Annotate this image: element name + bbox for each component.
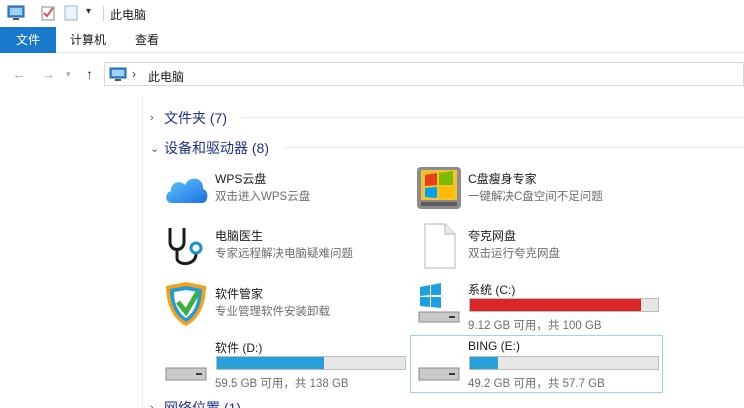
drive-icon — [418, 367, 460, 381]
item-name: 软件管家 — [215, 287, 264, 301]
drive-e[interactable]: BING (E:) 49.2 GB 可用，共 57.7 GB — [410, 335, 663, 393]
item-quark-drive[interactable]: 夸克网盘 双击运行夸克网盘 — [415, 222, 660, 274]
item-wps-cloud[interactable]: WPS云盘 双击进入WPS云盘 — [162, 165, 407, 217]
drive-icon — [418, 283, 460, 323]
drive-usage: 59.5 GB 可用，共 138 GB — [215, 378, 349, 390]
capacity-fill — [217, 357, 324, 369]
group-header-folders[interactable]: › 文件夹 (7) — [150, 108, 227, 128]
item-description: 双击进入WPS云盘 — [215, 191, 311, 203]
capacity-fill — [470, 299, 641, 311]
computer-icon — [109, 67, 127, 81]
capacity-bar — [469, 298, 659, 312]
item-name: 电脑医生 — [215, 229, 264, 243]
divider — [284, 147, 744, 148]
computer-icon[interactable] — [7, 5, 25, 21]
item-c-drive-cleaner[interactable]: C盘瘦身专家 一键解决C盘空间不足问题 — [415, 165, 660, 217]
file-icon — [424, 223, 456, 269]
item-description: 专业管理软件安装卸载 — [215, 306, 330, 318]
item-pc-doctor[interactable]: 电脑医生 专家远程解决电脑疑难问题 — [162, 222, 407, 274]
capacity-bar — [216, 356, 406, 370]
chevron-down-icon: ⌄ — [150, 142, 160, 155]
item-description: 专家远程解决电脑疑难问题 — [215, 248, 353, 260]
capacity-fill — [470, 357, 498, 369]
divider — [103, 6, 104, 21]
ribbon: 文件 计算机 查看 — [0, 27, 744, 53]
item-name: C盘瘦身专家 — [468, 172, 537, 186]
item-software-manager[interactable]: 软件管家 专业管理软件安装卸载 — [162, 280, 407, 332]
breadcrumb[interactable]: 此电脑 — [148, 68, 184, 85]
window-title: 此电脑 — [110, 8, 147, 22]
stethoscope-icon — [168, 228, 203, 265]
item-name: 夸克网盘 — [468, 229, 517, 243]
up-arrow-icon[interactable]: ↑ — [86, 66, 93, 82]
drive-usage: 9.12 GB 可用，共 100 GB — [468, 320, 602, 332]
group-header-network[interactable]: › 网络位置 (1) — [150, 398, 241, 408]
properties-icon[interactable] — [40, 5, 56, 21]
drive-name: 系统 (C:) — [468, 283, 516, 297]
divider — [242, 117, 744, 118]
item-description: 一键解决C盘空间不足问题 — [468, 191, 603, 203]
recent-locations-icon[interactable]: ▾ — [66, 69, 71, 80]
drive-icon — [165, 367, 207, 381]
group-label: 文件夹 (7) — [164, 110, 227, 126]
address-bar[interactable]: › 此电脑 — [104, 62, 744, 86]
drive-name: 软件 (D:) — [215, 341, 263, 355]
drive-name: BING (E:) — [468, 339, 521, 353]
tab-view[interactable]: 查看 — [131, 27, 163, 53]
drive-c[interactable]: 系统 (C:) 9.12 GB 可用，共 100 GB — [415, 280, 660, 332]
dropdown-icon[interactable]: ▾ — [86, 6, 91, 17]
chevron-right-icon: › — [150, 402, 154, 408]
cloud-icon — [166, 178, 208, 203]
item-name: WPS云盘 — [215, 172, 267, 186]
item-description: 双击运行夸克网盘 — [468, 248, 560, 260]
new-folder-icon[interactable] — [64, 5, 78, 21]
chevron-right-icon: › — [150, 112, 154, 124]
navigation-pane[interactable] — [0, 96, 143, 408]
group-header-devices[interactable]: ⌄ 设备和驱动器 (8) — [150, 138, 269, 158]
shield-icon — [166, 282, 206, 326]
title-bar: ▾ 此电脑 — [0, 0, 744, 27]
group-label: 网络位置 (1) — [164, 400, 241, 408]
tab-file[interactable]: 文件 — [0, 27, 56, 53]
drive-d[interactable]: 软件 (D:) 59.5 GB 可用，共 138 GB — [162, 338, 407, 390]
forward-arrow-icon[interactable]: → — [41, 66, 55, 82]
windows-shield-icon — [417, 167, 461, 209]
back-arrow-icon[interactable]: ← — [12, 66, 26, 82]
tab-computer[interactable]: 计算机 — [66, 27, 110, 53]
group-label: 设备和驱动器 (8) — [164, 140, 269, 156]
drive-usage: 49.2 GB 可用，共 57.7 GB — [468, 378, 605, 390]
chevron-right-icon[interactable]: › — [132, 67, 136, 81]
capacity-bar — [469, 356, 659, 370]
